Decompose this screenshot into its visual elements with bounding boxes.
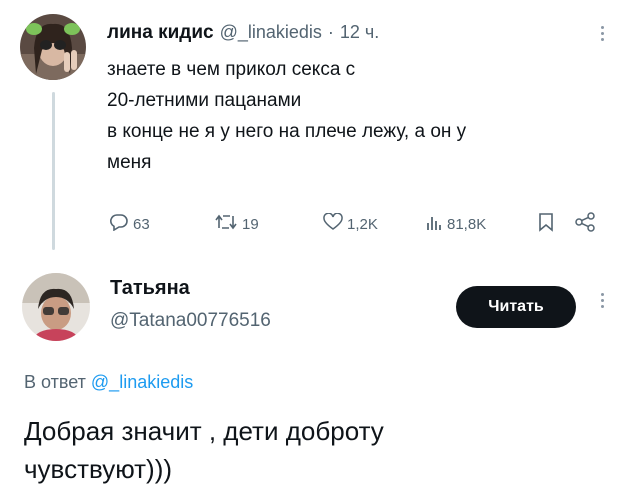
more-icon[interactable] <box>601 26 604 41</box>
reply-button[interactable]: 63 <box>109 213 150 235</box>
like-button[interactable]: 1,2K <box>323 212 378 235</box>
author-handle[interactable]: @_linakiedis <box>220 22 322 43</box>
reply-count: 63 <box>133 215 150 233</box>
views-icon <box>425 213 443 235</box>
tweet-text-line: в конце не я у него на плече лежу, а он … <box>107 121 467 142</box>
reply-author-name[interactable]: Татьяна <box>110 277 190 300</box>
tweet-text: знаете в чем прикол секса с 20-летними п… <box>107 54 617 178</box>
reply-to-prefix: В ответ <box>24 372 86 392</box>
reply-icon <box>109 213 129 235</box>
share-icon[interactable] <box>574 212 596 237</box>
like-count: 1,2K <box>347 215 378 233</box>
retweet-icon <box>214 213 238 235</box>
reply-to-handle[interactable]: @_linakiedis <box>91 372 193 392</box>
reply-text-line: чувствуют))) <box>24 454 173 484</box>
retweet-button[interactable]: 19 <box>214 213 259 235</box>
reply-more-icon[interactable] <box>601 293 604 308</box>
reply-text: Добрая значит , дети доброту чувствуют))… <box>24 412 614 488</box>
author-name[interactable]: лина кидис <box>107 22 214 44</box>
reply-text-line: Добрая значит , дети доброту <box>24 416 384 446</box>
time-separator: · <box>327 22 334 42</box>
views-count: 81,8K <box>447 215 487 233</box>
views-button[interactable]: 81,8K <box>425 213 486 235</box>
reply-author-handle[interactable]: @Tatana00776516 <box>110 310 271 332</box>
bookmark-icon[interactable] <box>538 212 554 237</box>
follow-button[interactable]: Читать <box>456 286 576 328</box>
like-icon <box>323 212 343 235</box>
retweet-count: 19 <box>242 215 259 233</box>
tweet-text-line: 20-летними пацанами <box>107 90 302 111</box>
tweet-header: лина кидис @_linakiedis · 12 ч. <box>107 22 379 48</box>
reply-author-avatar[interactable] <box>22 273 90 341</box>
tweet-time[interactable]: 12 ч. <box>340 22 379 43</box>
author-avatar[interactable] <box>20 14 86 80</box>
tweet-text-line: меня <box>107 152 152 173</box>
reply-to-line: В ответ @_linakiedis <box>24 372 193 393</box>
thread-connector-line <box>52 92 55 250</box>
tweet-text-line: знаете в чем прикол секса с <box>107 59 356 80</box>
